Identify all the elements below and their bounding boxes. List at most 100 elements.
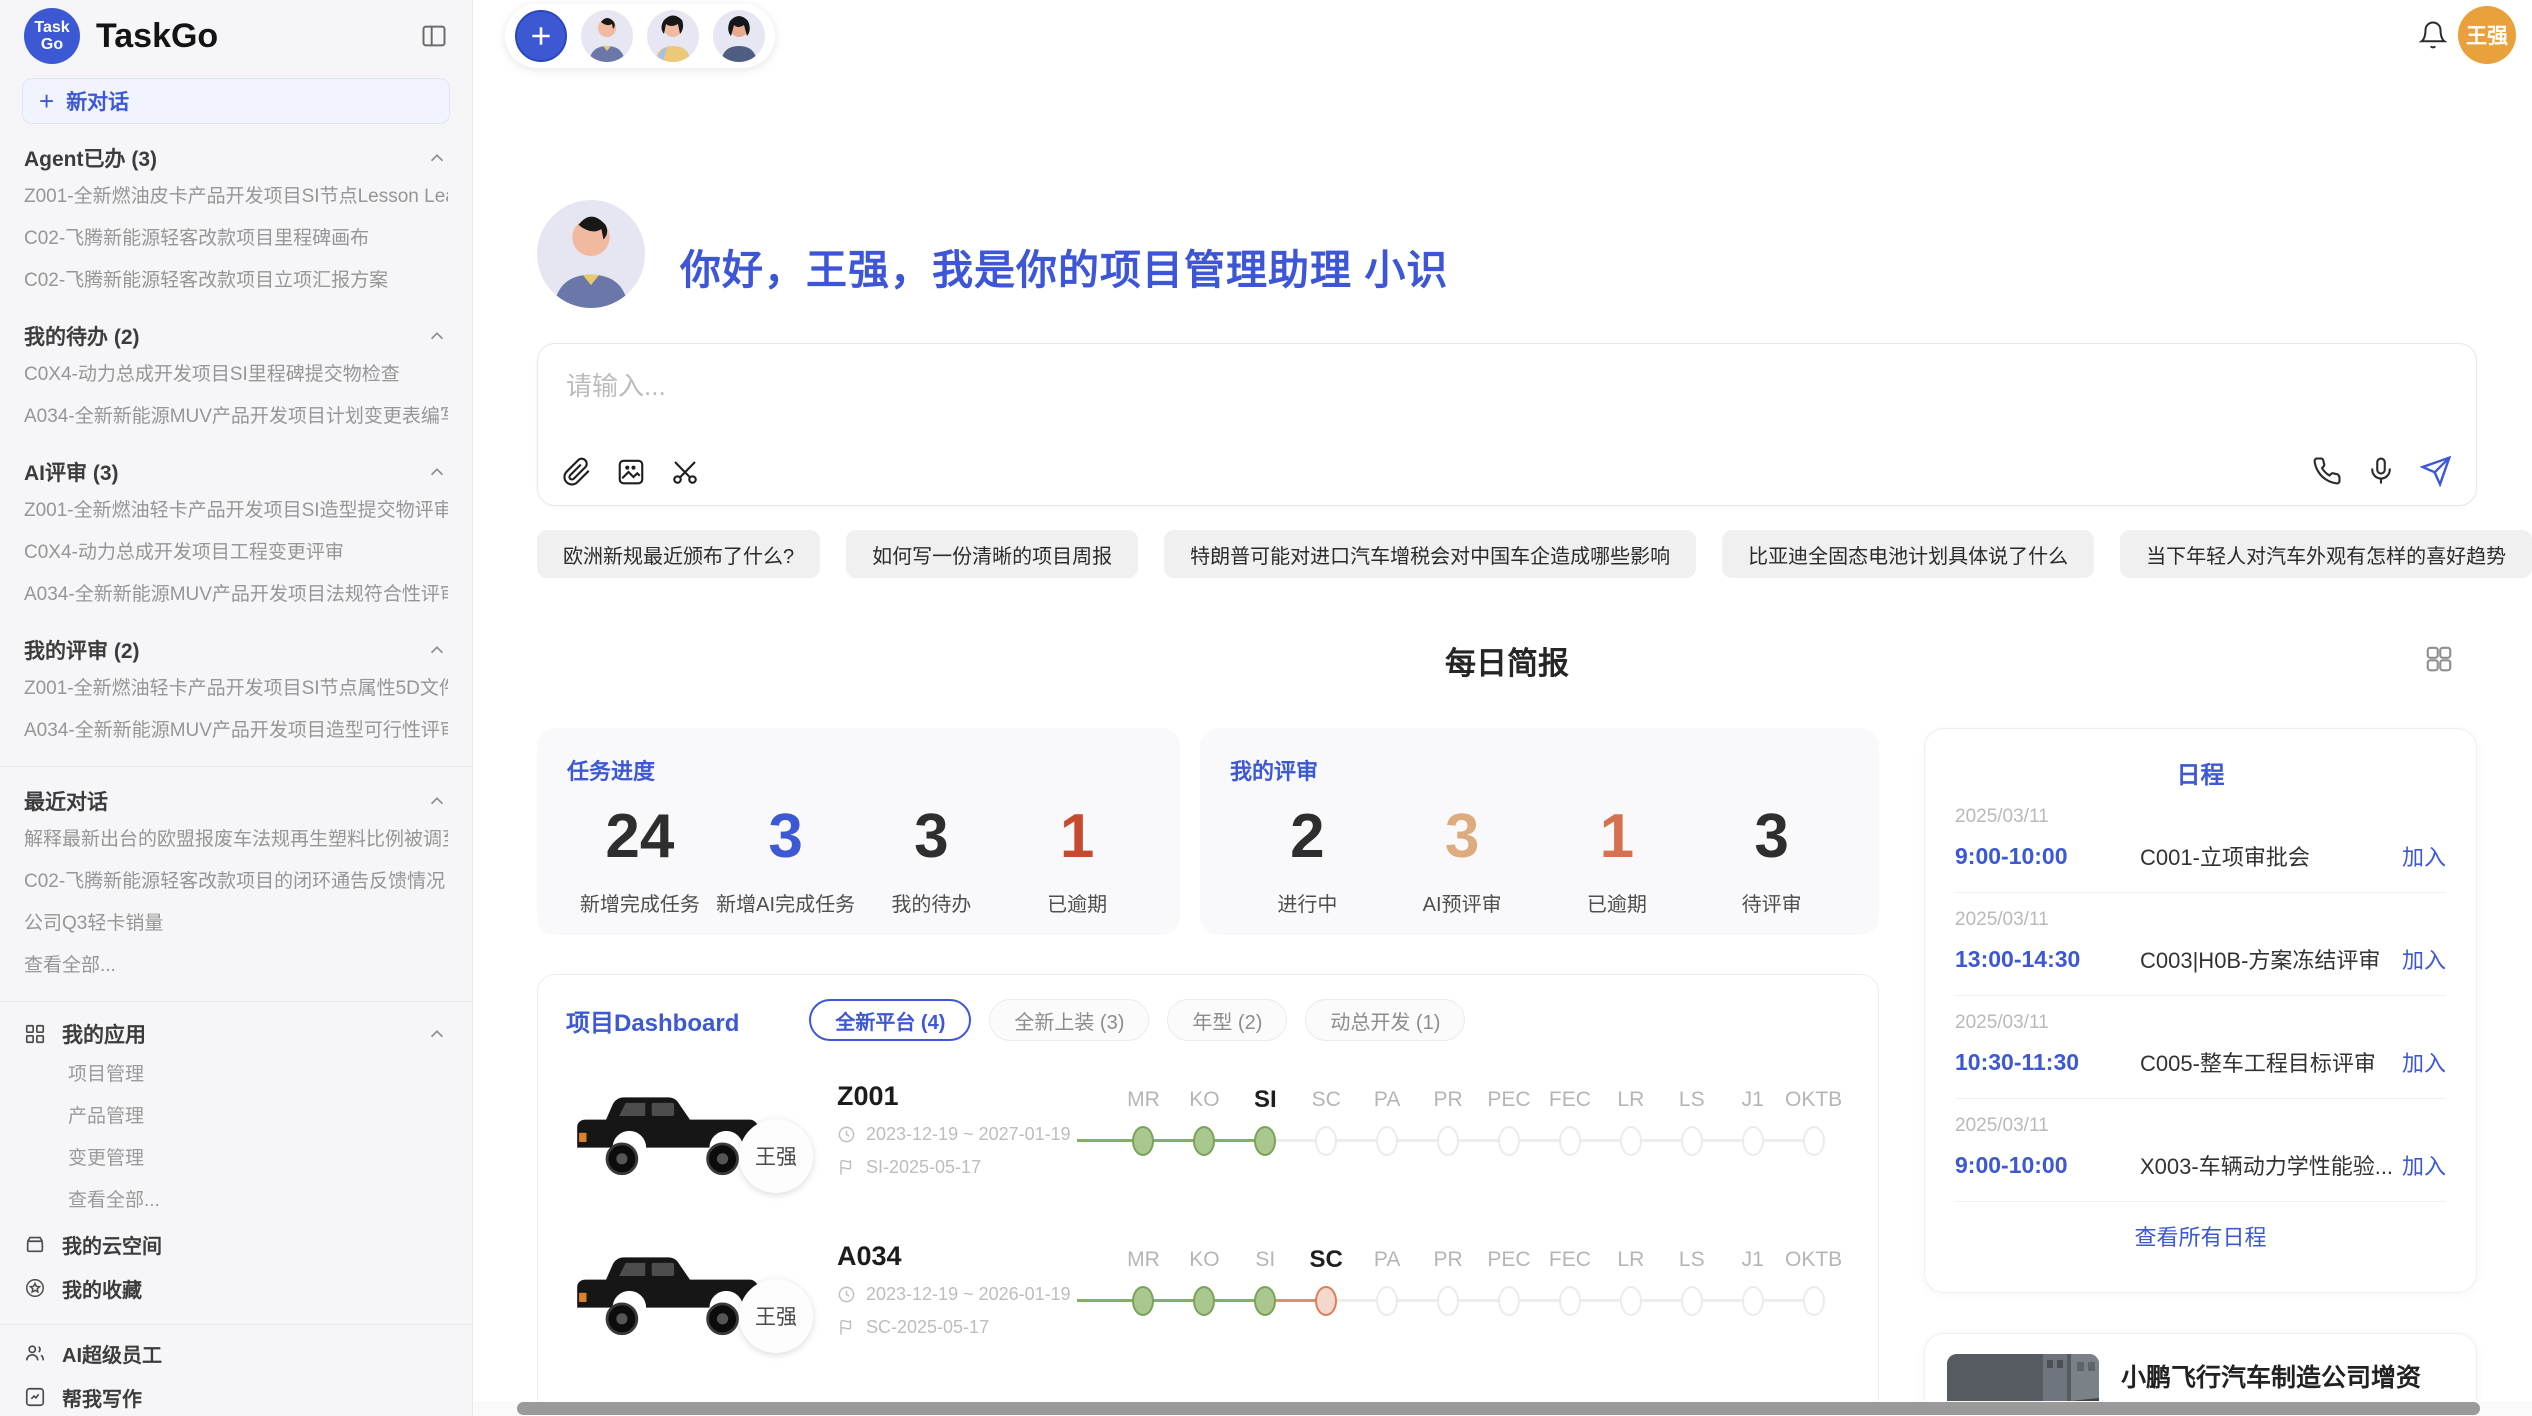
notification-bell-icon[interactable] <box>2418 20 2448 55</box>
join-button[interactable]: 加入 <box>2402 1149 2446 1181</box>
join-button[interactable]: 加入 <box>2402 1046 2446 1078</box>
list-item[interactable]: Z001-全新燃油皮卡产品开发项目SI节点Lesson Learn报告 <box>24 176 448 218</box>
send-icon[interactable] <box>2420 455 2452 487</box>
suggestion-chip[interactable]: 比亚迪全固态电池计划具体说了什么 <box>1722 530 2094 578</box>
user-avatar[interactable]: 王强 <box>2458 6 2516 64</box>
stat-label: 已逾期 <box>1004 888 1150 917</box>
tab-platform[interactable]: 全新平台 (4) <box>809 999 971 1041</box>
milestone-label: LR <box>1600 1086 1661 1114</box>
stat-value: 3 <box>1694 800 1849 874</box>
daily-briefing-title: 每日简报 <box>537 638 2477 683</box>
tab-upfit[interactable]: 全新上装 (3) <box>989 999 1149 1041</box>
stat-label: 新增AI完成任务 <box>713 888 859 917</box>
chevron-up-icon <box>426 325 448 347</box>
section-my-review[interactable]: 我的评审 (2) <box>24 632 448 668</box>
list-item[interactable]: 公司Q3轻卡销量 <box>24 903 448 945</box>
section-agent-done[interactable]: Agent已办 (3) <box>24 140 448 176</box>
stat-value: 1 <box>1004 800 1150 874</box>
attach-icon[interactable] <box>562 457 592 487</box>
milestone-label: MR <box>1113 1246 1174 1274</box>
chat-input[interactable] <box>564 364 2450 424</box>
milestone-label: LS <box>1661 1246 1722 1274</box>
milestone-dot <box>1803 1286 1825 1316</box>
mic-icon[interactable] <box>2366 456 2396 486</box>
join-button[interactable]: 加入 <box>2402 840 2446 872</box>
stat-value: 3 <box>713 800 859 874</box>
stat-value: 2 <box>1230 800 1385 874</box>
write-icon <box>24 1386 46 1408</box>
section-ai-review[interactable]: AI评审 (3) <box>24 454 448 490</box>
list-item[interactable]: C0X4-动力总成开发项目工程变更评审 <box>24 532 448 574</box>
list-item[interactable]: C02-飞腾新能源轻客改款项目立项汇报方案 <box>24 260 448 302</box>
my-favorites[interactable]: 我的收藏 <box>24 1266 448 1310</box>
member-avatar[interactable] <box>581 10 633 62</box>
app-item-change-mgmt[interactable]: 变更管理 <box>24 1138 448 1180</box>
image-icon[interactable] <box>616 457 646 487</box>
member-avatar[interactable] <box>713 10 765 62</box>
tab-model-year[interactable]: 年型 (2) <box>1167 999 1287 1041</box>
milestone-dot <box>1376 1126 1398 1156</box>
phone-icon[interactable] <box>2312 456 2342 486</box>
milestone-j1: J1 <box>1722 1246 1783 1316</box>
my-cloud-space[interactable]: 我的云空间 <box>24 1222 448 1266</box>
chevron-up-icon <box>426 639 448 661</box>
milestone-j1: J1 <box>1722 1086 1783 1156</box>
milestone-dot <box>1620 1126 1642 1156</box>
schedule-title: 日程 <box>1955 755 2446 790</box>
join-button[interactable]: 加入 <box>2402 943 2446 975</box>
view-all-apps[interactable]: 查看全部... <box>24 1180 448 1222</box>
section-recent-chats[interactable]: 最近对话 <box>24 783 448 819</box>
milestone-label: OKTB <box>1783 1086 1844 1114</box>
project-image: 王强 <box>566 1073 771 1185</box>
help-me-write[interactable]: 帮我写作 <box>24 1375 448 1416</box>
schedule-date: 2025/03/11 <box>1955 1115 2446 1137</box>
app-item-product-mgmt[interactable]: 产品管理 <box>24 1096 448 1138</box>
milestone-dot <box>1559 1286 1581 1316</box>
milestone-dot <box>1376 1286 1398 1316</box>
ai-super-staff[interactable]: AI超级员工 <box>24 1331 448 1375</box>
new-chat-button[interactable]: + 新对话 <box>22 78 450 124</box>
project-row[interactable]: 王强 A034 2023-12-19 ~ 2026-01-19 SC-2025-… <box>538 1209 1878 1369</box>
project-dates: 2023-12-19 ~ 2026-01-19 <box>866 1284 1071 1305</box>
list-item[interactable]: 解释最新出台的欧盟报废车法规再生塑料比例被调至15%... <box>24 819 448 861</box>
schedule-time: 9:00-10:00 <box>1955 1152 2140 1179</box>
scissors-icon[interactable] <box>670 457 700 487</box>
tab-powertrain[interactable]: 动总开发 (1) <box>1305 999 1465 1041</box>
project-row[interactable]: 王强 Z001 2023-12-19 ~ 2027-01-19 SI-2025-… <box>538 1049 1878 1209</box>
view-all-chats[interactable]: 查看全部... <box>24 945 448 987</box>
list-item[interactable]: A034-全新新能源MUV产品开发项目造型可行性评审 <box>24 710 448 752</box>
horizontal-scrollbar <box>473 1401 2532 1416</box>
suggestion-chip[interactable]: 如何写一份清晰的项目周报 <box>846 530 1138 578</box>
add-member-button[interactable] <box>515 10 567 62</box>
milestone-label: KO <box>1174 1086 1235 1114</box>
list-item[interactable]: C0X4-动力总成开发项目SI里程碑提交物检查 <box>24 354 448 396</box>
layout-grid-icon[interactable] <box>2424 644 2454 679</box>
project-image: 王强 <box>566 1233 771 1345</box>
member-avatar[interactable] <box>647 10 699 62</box>
schedule-item: 2025/03/11 9:00-10:00 X003-车辆动力学性能验... 加… <box>1955 1099 2446 1202</box>
my-review-card: 我的评审 2进行中 3AI预评审 1已逾期 3待评审 <box>1200 728 1879 935</box>
suggestion-chip[interactable]: 特朗普可能对进口汽车增税会对中国车企造成哪些影响 <box>1164 530 1696 578</box>
list-item[interactable]: C02-飞腾新能源轻客改款项目的闭环通告反馈情况 <box>24 861 448 903</box>
sidebar: Task Go TaskGo + 新对话 Agent已办 (3) Z001-全新… <box>0 0 473 1416</box>
list-item[interactable]: A034-全新新能源MUV产品开发项目计划变更表编写 <box>24 396 448 438</box>
assistant-avatar <box>537 200 645 308</box>
suggestion-chip[interactable]: 当下年轻人对汽车外观有怎样的喜好趋势 <box>2120 530 2532 578</box>
list-item[interactable]: A034-全新新能源MUV产品开发项目法规符合性评审 <box>24 574 448 616</box>
milestone-label: FEC <box>1539 1086 1600 1114</box>
schedule-card: 日程 2025/03/11 9:00-10:00 C001-立项审批会 加入 2… <box>1924 728 2477 1293</box>
view-all-schedule[interactable]: 查看所有日程 <box>1955 1202 2446 1270</box>
list-item[interactable]: Z001-全新燃油轻卡产品开发项目SI造型提交物评审 <box>24 490 448 532</box>
list-item[interactable]: Z001-全新燃油轻卡产品开发项目SI节点属性5D文件评审 <box>24 668 448 710</box>
collapse-sidebar-icon[interactable] <box>420 22 448 50</box>
suggestion-chip[interactable]: 欧洲新规最近颁布了什么? <box>537 530 820 578</box>
section-my-todo[interactable]: 我的待办 (2) <box>24 318 448 354</box>
horizontal-scrollbar-thumb[interactable] <box>517 1402 2480 1415</box>
project-info: A034 2023-12-19 ~ 2026-01-19 SC-2025-05-… <box>837 1241 1085 1338</box>
section-my-apps[interactable]: 我的应用 <box>24 1014 448 1054</box>
input-tools-right <box>2312 455 2452 487</box>
schedule-item: 2025/03/11 10:30-11:30 C005-整车工程目标评审 加入 <box>1955 996 2446 1099</box>
app-item-project-mgmt[interactable]: 项目管理 <box>24 1054 448 1096</box>
list-item[interactable]: C02-飞腾新能源轻客改款项目里程碑画布 <box>24 218 448 260</box>
milestone-fec: FEC <box>1539 1246 1600 1316</box>
